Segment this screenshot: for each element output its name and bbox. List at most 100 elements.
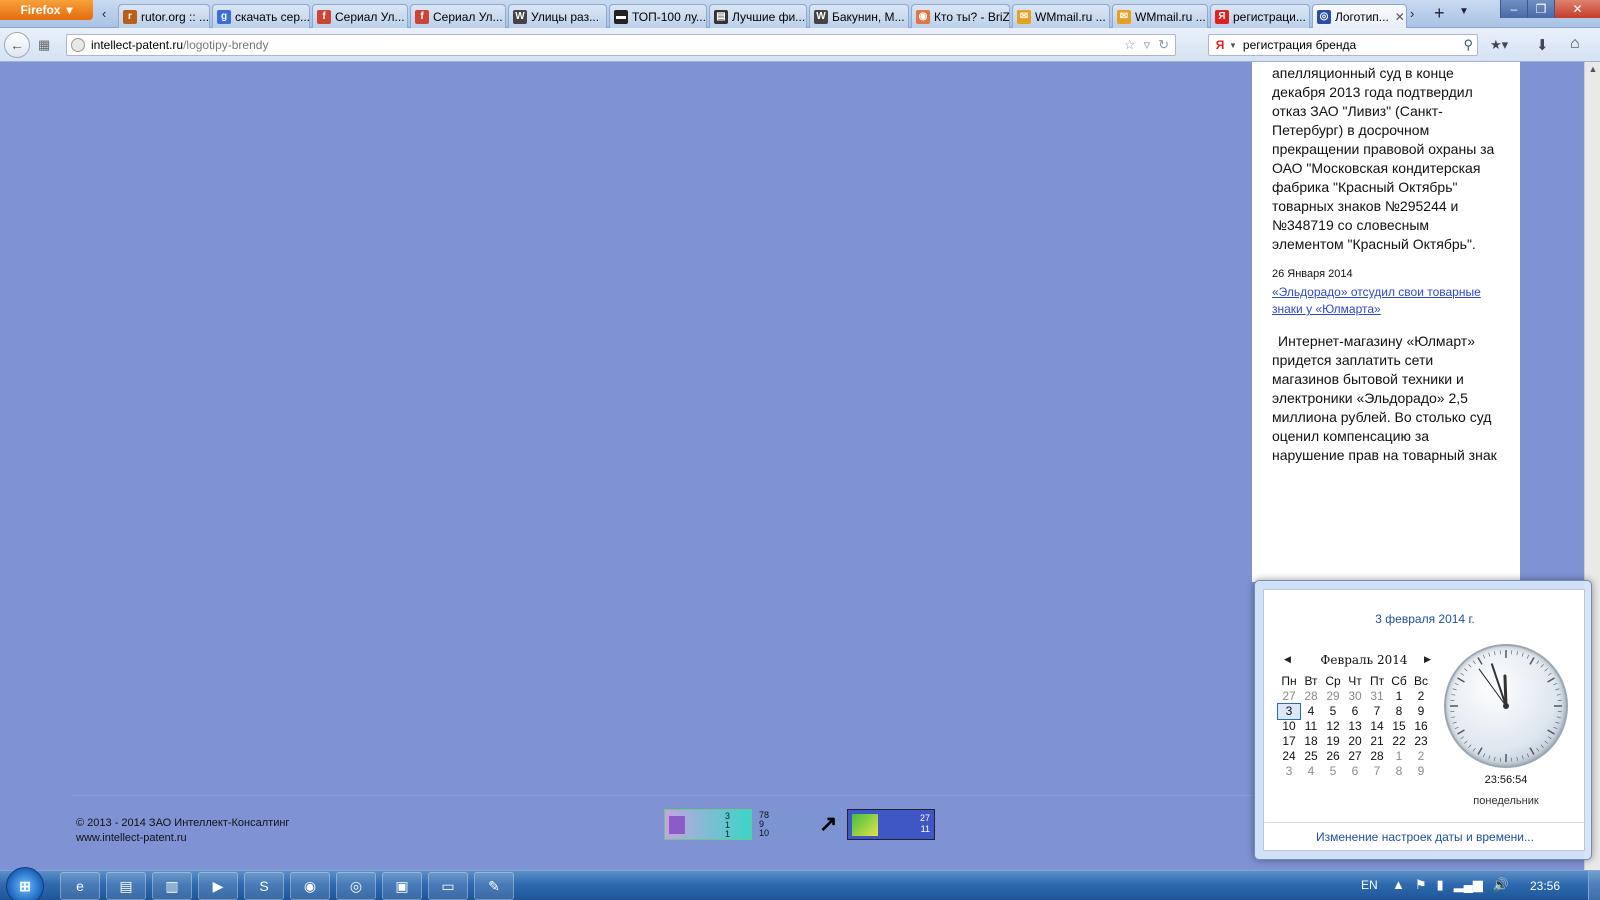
explorer-icon[interactable]: ▤	[106, 872, 146, 900]
paint-icon[interactable]: ✎	[474, 872, 514, 900]
calendar-day[interactable]: 28	[1300, 689, 1322, 704]
home-icon[interactable]: ⌂	[1570, 35, 1580, 53]
search-icon[interactable]: ⚲	[1463, 37, 1473, 53]
browser-tab[interactable]: ◉ Кто ты? - BriZ	[911, 4, 1010, 28]
action-center-icon[interactable]: ⚑	[1415, 877, 1427, 893]
chrome-icon[interactable]: ◎	[336, 872, 376, 900]
tab-scroll-left-icon[interactable]: ‹	[102, 6, 116, 22]
firefox-icon[interactable]: ◉	[290, 872, 330, 900]
calendar-day[interactable]: 9	[1410, 764, 1432, 779]
calendar-month-label[interactable]: Февраль 2014	[1314, 653, 1414, 667]
downloads-icon[interactable]: ⬇	[1536, 36, 1549, 54]
previous-month-icon[interactable]: ◀	[1284, 654, 1291, 665]
calendar-day[interactable]: 16	[1410, 719, 1432, 734]
calendar-day[interactable]: 3	[1278, 764, 1300, 779]
calendar-day[interactable]: 17	[1278, 734, 1300, 749]
calendar-day[interactable]: 27	[1344, 749, 1366, 764]
new-tab-button[interactable]: +	[1434, 3, 1445, 24]
volume-icon[interactable]: 🔊	[1493, 877, 1509, 893]
tray-expand-icon[interactable]: ▲	[1392, 877, 1405, 893]
calendar-day[interactable]: 30	[1344, 689, 1366, 704]
calendar-day[interactable]: 26	[1322, 749, 1344, 764]
browser-tab[interactable]: f Сериал Ул...	[312, 4, 408, 28]
calendar-day[interactable]: 31	[1366, 689, 1388, 704]
calendar-day[interactable]: 20	[1344, 734, 1366, 749]
tab-scroll-right-icon[interactable]: ›	[1410, 6, 1414, 21]
news-link[interactable]: «Эльдорадо» отсудил свои товарные знаки …	[1272, 284, 1498, 318]
start-button[interactable]: ⊞	[6, 867, 44, 900]
browser-tab[interactable]: W Бакунин, М...	[809, 4, 909, 28]
calendar-day[interactable]: 12	[1322, 719, 1344, 734]
calendar-day[interactable]: 1	[1388, 689, 1410, 704]
calendar-day[interactable]: 4	[1300, 704, 1322, 719]
browser-tab[interactable]: ▤ Лучшие фи...	[709, 4, 807, 28]
chevron-down-icon[interactable]: ▼	[1229, 41, 1237, 50]
close-window-icon[interactable]: ✕	[1554, 0, 1600, 18]
calendar-day[interactable]: 1	[1388, 749, 1410, 764]
next-month-icon[interactable]: ▶	[1424, 654, 1431, 665]
minimize-icon[interactable]: –	[1500, 0, 1527, 18]
url-bar[interactable]: intellect-patent.ru/logotipy-brendy ☆ ▿ …	[66, 34, 1176, 56]
calendar-day[interactable]: 29	[1322, 689, 1344, 704]
calendar-day[interactable]: 7	[1366, 704, 1388, 719]
green-app-icon[interactable]: ▣	[382, 872, 422, 900]
calendar-day[interactable]: 19	[1322, 734, 1344, 749]
calendar-day[interactable]: 27	[1278, 689, 1300, 704]
media-player-icon[interactable]: ▶	[198, 872, 238, 900]
calendar-day[interactable]: 23	[1410, 734, 1432, 749]
calendar-day[interactable]: 4	[1300, 764, 1322, 779]
calendar-day[interactable]: 15	[1388, 719, 1410, 734]
browser-tab[interactable]: ✉ WMmail.ru ...	[1012, 4, 1110, 28]
browser-tab[interactable]: Ярегистраци...	[1210, 4, 1310, 28]
scroll-up-icon[interactable]: ▲	[1585, 64, 1600, 74]
dropdown-icon[interactable]: ▿	[1144, 37, 1151, 53]
reload-icon[interactable]: ↻	[1158, 37, 1169, 53]
browser-tab[interactable]: r rutor.org :: ...	[118, 4, 210, 28]
tray-clock[interactable]: 23:56	[1530, 879, 1560, 893]
restore-icon[interactable]: ❐	[1527, 0, 1554, 18]
calendar-day[interactable]: 8	[1388, 764, 1410, 779]
search-input[interactable]: регистрация бренда	[1243, 38, 1356, 52]
yandex-icon[interactable]: Я	[1213, 38, 1227, 52]
liveinternet-counter[interactable]: 3 1 1	[664, 809, 752, 840]
calendar-date-title[interactable]: 3 февраля 2014 г.	[1264, 612, 1586, 626]
show-desktop-button[interactable]	[1588, 871, 1600, 900]
calendar-day[interactable]: 25	[1300, 749, 1322, 764]
calendar-day[interactable]: 11	[1300, 719, 1322, 734]
language-indicator[interactable]: EN	[1361, 878, 1378, 892]
calendar-day[interactable]: 21	[1366, 734, 1388, 749]
bookmarks-menu-icon[interactable]: ★▾	[1490, 37, 1508, 53]
calendar-day[interactable]: 18	[1300, 734, 1322, 749]
calendar-day[interactable]: 7	[1366, 764, 1388, 779]
calendar-day[interactable]: 6	[1344, 764, 1366, 779]
calendar-day[interactable]: 28	[1366, 749, 1388, 764]
firefox-menu-button[interactable]: Firefox ▾	[0, 0, 93, 20]
calendar-day[interactable]: 22	[1388, 734, 1410, 749]
skype-icon[interactable]: S	[244, 872, 284, 900]
browser-tab[interactable]: W Улицы раз...	[508, 4, 607, 28]
close-tab-icon[interactable]: ✕	[1395, 10, 1405, 24]
winrar-icon[interactable]: ▥	[152, 872, 192, 900]
pr-counter[interactable]: 27 11	[847, 809, 935, 840]
calendar-day[interactable]: 14	[1366, 719, 1388, 734]
calendar-day[interactable]: 5	[1322, 764, 1344, 779]
history-icon[interactable]: ▦	[38, 37, 50, 53]
calendar-day[interactable]: 5	[1322, 704, 1344, 719]
calendar-day-today[interactable]: 3	[1277, 703, 1301, 720]
search-bar[interactable]: Я ▼ регистрация бренда ⚲	[1208, 34, 1478, 56]
calendar-day[interactable]: 2	[1410, 749, 1432, 764]
notepad-icon[interactable]: ▭	[428, 872, 468, 900]
browser-tab[interactable]: f Сериал Ул...	[410, 4, 506, 28]
network-icon[interactable]: ▂▄▆	[1454, 877, 1483, 893]
power-icon[interactable]: ▮	[1437, 877, 1444, 893]
calendar-day[interactable]: 9	[1410, 704, 1432, 719]
calendar-day[interactable]: 6	[1344, 704, 1366, 719]
browser-tab[interactable]: g скачать сер...	[212, 4, 310, 28]
change-date-settings-link[interactable]: Изменение настроек даты и времени...	[1264, 830, 1586, 844]
browser-tab[interactable]: ✉ WMmail.ru ...	[1112, 4, 1208, 28]
calendar-day[interactable]: 8	[1388, 704, 1410, 719]
calendar-day[interactable]: 2	[1410, 689, 1432, 704]
calendar-day[interactable]: 10	[1278, 719, 1300, 734]
back-button[interactable]: ←	[4, 32, 30, 58]
tab-list-icon[interactable]: ▼	[1459, 6, 1469, 17]
